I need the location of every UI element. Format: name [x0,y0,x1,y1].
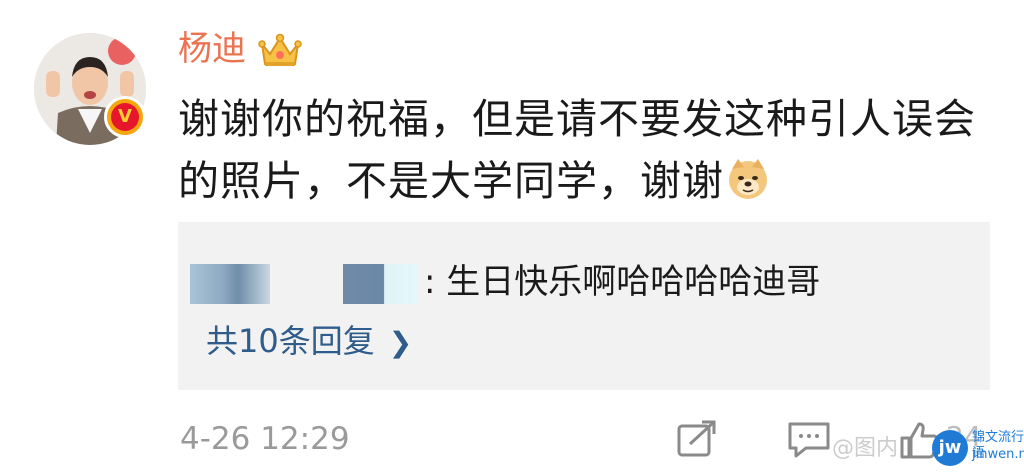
jinwen-logo-icon: jw [932,430,968,466]
verified-badge-icon: V [104,96,146,138]
blurred-username [343,264,417,304]
post-content-line: 谢谢你的祝福，但是请不要发这种引人误会 [178,95,976,143]
timestamp: 4-26 12:29 [180,421,350,457]
reply-count-label: 共10条回复 [206,322,375,360]
crown-icon [258,33,302,66]
weibo-watermark: @图内 [832,436,899,461]
reply-text: : 生日快乐啊哈哈哈哈迪哥 [424,262,821,302]
post-content-line: 的照片，不是大学同学，谢谢 [178,150,1008,212]
post-content: 谢谢你的祝福，但是请不要发这种引人误会 的照片，不是大学同学，谢谢 [178,88,1008,212]
brand-url: jinwen.net [972,447,1024,462]
blurred-username [190,264,270,304]
verified-v-icon: V [111,103,139,131]
chevron-right-icon: ❯ [388,326,413,359]
share-icon[interactable] [676,420,718,458]
doge-emoji-icon [729,159,767,199]
username[interactable]: 杨迪 [178,26,246,72]
post-content-text: 的照片，不是大学同学，谢谢 [178,157,724,205]
view-replies-link[interactable]: 共10条回复 ❯ [206,318,412,366]
comment-icon[interactable] [786,420,832,460]
reply-preview[interactable]: : 生日快乐啊哈哈哈哈迪哥 共10条回复 ❯ [178,222,990,390]
